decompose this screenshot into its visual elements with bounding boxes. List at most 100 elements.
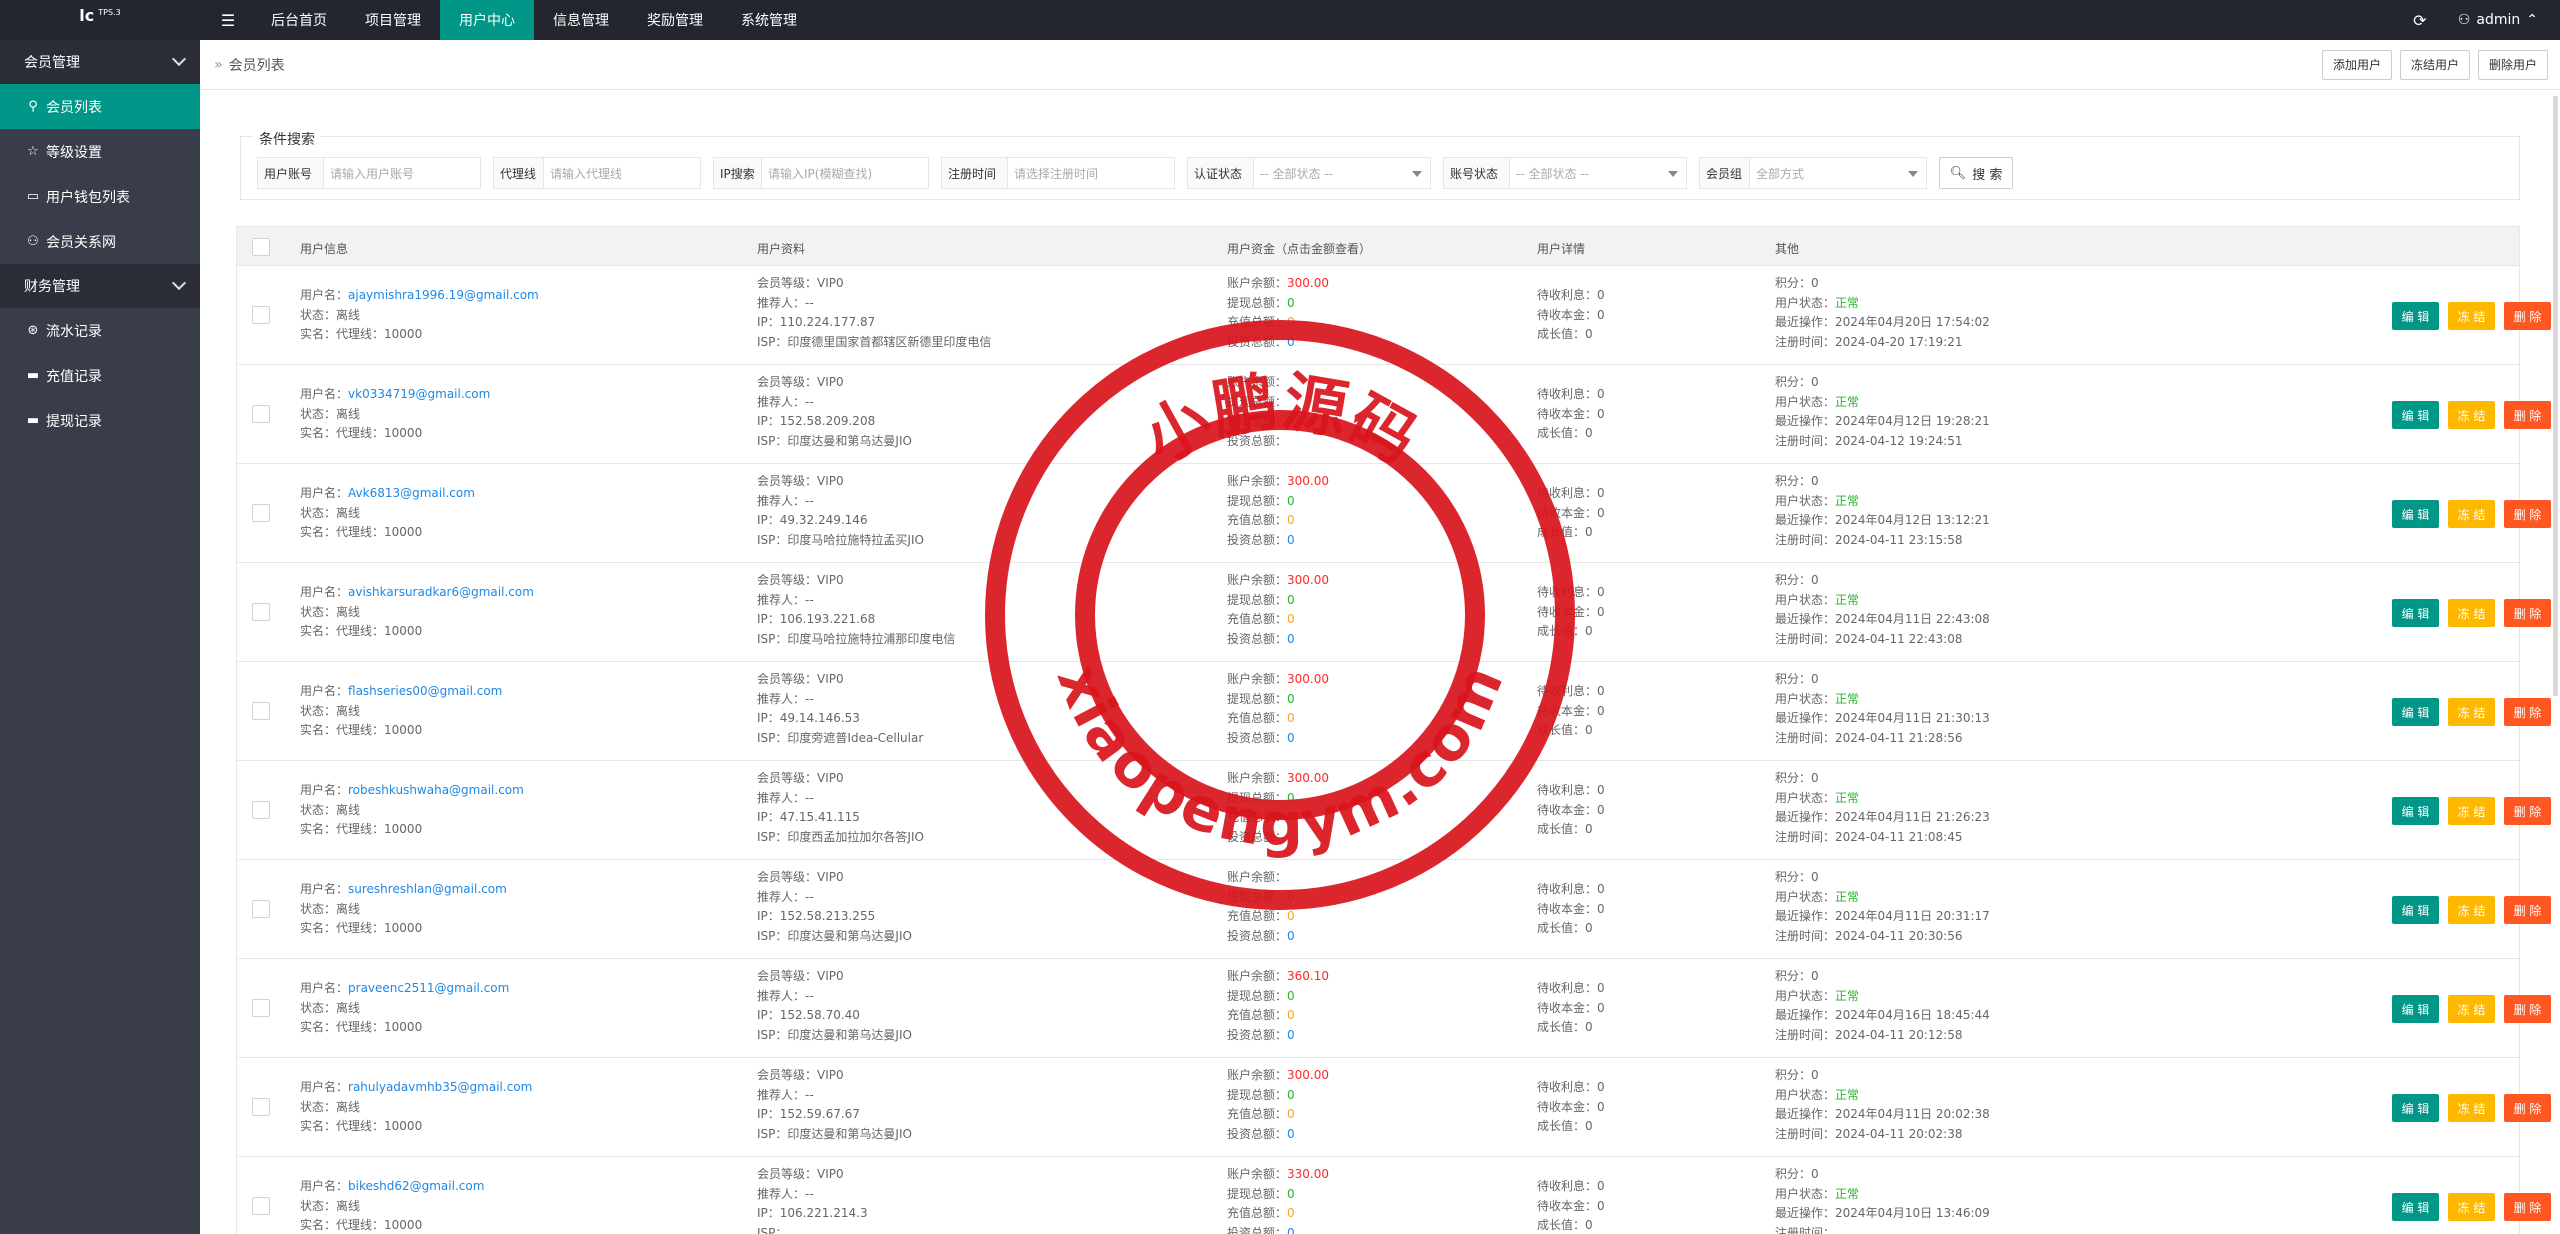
nav-item[interactable]: 信息管理 [534,0,628,40]
username-link[interactable]: ajaymishra1996.19@gmail.com [348,288,539,302]
filter-select[interactable]: 全部方式 [1750,158,1926,188]
search-button[interactable]: 🔍︎ 搜 索 [1939,157,2013,189]
sidebar-item-withdraw-records[interactable]: ▬ 提现记录 [0,398,200,443]
add-user-button[interactable]: 添加用户 [2321,49,2392,80]
scrollbar[interactable] [2550,96,2560,1226]
delete-button[interactable]: 删 除 [2504,1193,2551,1221]
freeze-button[interactable]: 冻 结 [2448,995,2495,1023]
invest-amount[interactable]: 0 [1287,533,1295,547]
username-link[interactable]: sureshreshlan@gmail.com [348,882,507,896]
withdraw-amount[interactable]: 0 [1287,890,1295,904]
username-link[interactable]: Avk6813@gmail.com [348,486,475,500]
withdraw-amount[interactable]: 0 [1287,296,1295,310]
delete-button[interactable]: 删 除 [2504,599,2551,627]
filter-input[interactable]: 请输入代理线 [544,158,700,188]
recharge-amount[interactable]: 0 [1287,513,1295,527]
invest-amount[interactable]: 0 [1287,632,1295,646]
balance-amount[interactable]: 300.00 [1287,771,1329,785]
sidebar-item-wallet-list[interactable]: ▭ 用户钱包列表 [0,174,200,219]
withdraw-amount[interactable]: 0 [1287,593,1295,607]
edit-button[interactable]: 编 辑 [2392,599,2439,627]
filter-input[interactable]: 请输入IP(模糊查找) [762,158,928,188]
row-checkbox[interactable] [252,405,270,423]
edit-button[interactable]: 编 辑 [2392,797,2439,825]
sidebar-item-flow-records[interactable]: ⊛ 流水记录 [0,308,200,353]
freeze-button[interactable]: 冻 结 [2448,698,2495,726]
freeze-button[interactable]: 冻 结 [2448,1193,2495,1221]
edit-button[interactable]: 编 辑 [2392,1094,2439,1122]
username-link[interactable]: praveenc2511@gmail.com [348,981,509,995]
username-link[interactable]: flashseries00@gmail.com [348,684,502,698]
delete-button[interactable]: 删 除 [2504,401,2551,429]
hamburger-icon[interactable]: ☰ [204,0,252,40]
balance-amount[interactable]: 300.00 [1287,474,1329,488]
recharge-amount[interactable]: 0 [1287,612,1295,626]
username-link[interactable]: bikeshd62@gmail.com [348,1179,484,1193]
username-link[interactable]: robeshkushwaha@gmail.com [348,783,524,797]
edit-button[interactable]: 编 辑 [2392,1193,2439,1221]
select-all-checkbox[interactable] [252,238,270,256]
refresh-icon[interactable]: ⟳ [2400,11,2440,30]
invest-amount[interactable]: 0 [1287,1028,1295,1042]
row-checkbox[interactable] [252,1197,270,1215]
withdraw-amount[interactable]: 0 [1287,791,1295,805]
invest-amount[interactable]: 0 [1287,929,1295,943]
edit-button[interactable]: 编 辑 [2392,401,2439,429]
delete-button[interactable]: 删 除 [2504,500,2551,528]
row-checkbox[interactable] [252,900,270,918]
nav-item[interactable]: 后台首页 [252,0,346,40]
nav-item[interactable]: 系统管理 [722,0,816,40]
freeze-button[interactable]: 冻 结 [2448,599,2495,627]
freeze-button[interactable]: 冻 结 [2448,896,2495,924]
sidebar-item-level-settings[interactable]: ☆ 等级设置 [0,129,200,174]
invest-amount[interactable]: 0 [1287,1127,1295,1141]
balance-amount[interactable]: 300.00 [1287,573,1329,587]
username-link[interactable]: vk0334719@gmail.com [348,387,490,401]
withdraw-amount[interactable]: 0 [1287,1088,1295,1102]
sidebar-group-finance[interactable]: 财务管理 [0,264,200,308]
row-checkbox[interactable] [252,999,270,1017]
recharge-amount[interactable]: 0 [1287,711,1295,725]
nav-item[interactable]: 用户中心 [440,0,534,40]
balance-amount[interactable]: 330.00 [1287,1167,1329,1181]
sidebar-group-members[interactable]: 会员管理 [0,40,200,84]
recharge-amount[interactable]: 0 [1287,315,1295,329]
edit-button[interactable]: 编 辑 [2392,302,2439,330]
row-checkbox[interactable] [252,1098,270,1116]
filter-select[interactable]: -- 全部状态 -- [1254,158,1430,188]
nav-item[interactable]: 项目管理 [346,0,440,40]
delete-button[interactable]: 删 除 [2504,995,2551,1023]
freeze-user-button[interactable]: 冻结用户 [2399,49,2470,80]
freeze-button[interactable]: 冻 结 [2448,302,2495,330]
scrollbar-thumb[interactable] [2553,96,2558,696]
invest-amount[interactable]: 0 [1287,1226,1295,1234]
edit-button[interactable]: 编 辑 [2392,995,2439,1023]
edit-button[interactable]: 编 辑 [2392,500,2439,528]
balance-amount[interactable]: 360.10 [1287,969,1329,983]
delete-button[interactable]: 删 除 [2504,896,2551,924]
username-link[interactable]: avishkarsuradkar6@gmail.com [348,585,534,599]
delete-button[interactable]: 删 除 [2504,302,2551,330]
sidebar-item-member-network[interactable]: ⚇ 会员关系网 [0,219,200,264]
balance-amount[interactable]: 300.00 [1287,1068,1329,1082]
delete-user-button[interactable]: 删除用户 [2477,49,2548,80]
edit-button[interactable]: 编 辑 [2392,698,2439,726]
freeze-button[interactable]: 冻 结 [2448,500,2495,528]
invest-amount[interactable]: 0 [1287,335,1295,349]
row-checkbox[interactable] [252,801,270,819]
filter-input[interactable]: 请选择注册时间 [1008,158,1174,188]
username-link[interactable]: rahulyadavmhb35@gmail.com [348,1080,532,1094]
edit-button[interactable]: 编 辑 [2392,896,2439,924]
balance-amount[interactable]: 300.00 [1287,672,1329,686]
freeze-button[interactable]: 冻 结 [2448,401,2495,429]
delete-button[interactable]: 删 除 [2504,797,2551,825]
row-checkbox[interactable] [252,306,270,324]
delete-button[interactable]: 删 除 [2504,1094,2551,1122]
row-checkbox[interactable] [252,603,270,621]
invest-amount[interactable]: 0 [1287,731,1295,745]
filter-select[interactable]: -- 全部状态 -- [1510,158,1686,188]
user-menu[interactable]: ⚇ admin ⌃ [2440,12,2560,28]
recharge-amount[interactable]: 0 [1287,1008,1295,1022]
recharge-amount[interactable]: 0 [1287,909,1295,923]
logo[interactable]: lc TPS.3 [0,0,200,40]
